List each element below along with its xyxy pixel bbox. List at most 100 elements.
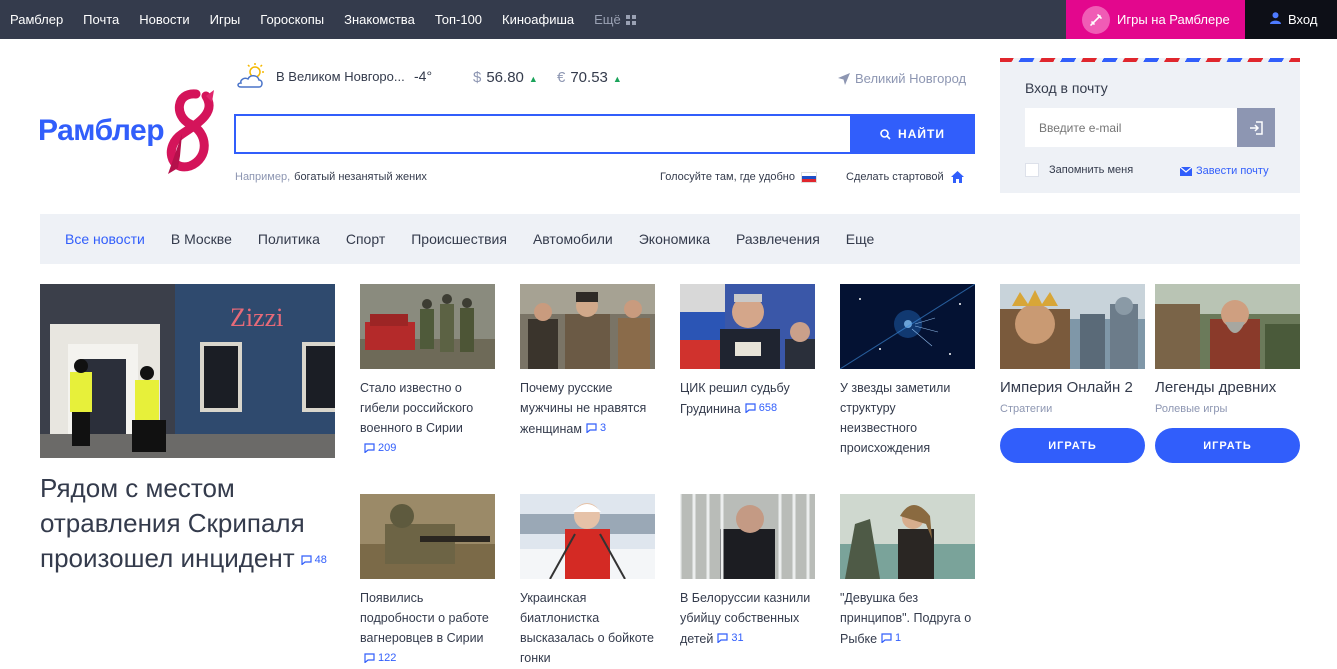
tab-entertainment[interactable]: Развлечения bbox=[736, 231, 820, 247]
game-card[interactable]: Легенды древних Ролевые игры ИГРАТЬ bbox=[1155, 284, 1300, 463]
sword-icon bbox=[1082, 5, 1110, 34]
comments-count[interactable]: 48 bbox=[301, 543, 327, 578]
comments-count-value: 1 bbox=[895, 632, 902, 644]
game-category: Ролевые игры bbox=[1155, 403, 1228, 415]
vote-link[interactable]: Голосуйте там, где удобно bbox=[660, 171, 817, 183]
news-thumbnail bbox=[520, 494, 655, 579]
news-thumbnail bbox=[520, 284, 655, 369]
top-nav-dating[interactable]: Знакомства bbox=[344, 12, 415, 27]
top-nav-more[interactable]: Ещё bbox=[594, 12, 636, 27]
news-card-text: Стало известно о гибели российского воен… bbox=[360, 378, 495, 459]
tab-moscow[interactable]: В Москве bbox=[171, 231, 232, 247]
remember-me[interactable]: Запомнить меня bbox=[1025, 163, 1133, 177]
search-icon bbox=[880, 128, 891, 140]
news-card[interactable]: В Белоруссии казнили убийцу собственных … bbox=[680, 494, 815, 649]
news-thumbnail bbox=[840, 284, 975, 369]
arrow-up-icon: ▲ bbox=[612, 74, 622, 84]
cloud-sun-icon bbox=[237, 63, 264, 88]
comments-count[interactable]: 3 bbox=[586, 418, 606, 438]
comments-count[interactable]: 1 bbox=[881, 628, 901, 648]
search-button[interactable]: НАЙТИ bbox=[850, 114, 975, 154]
top-nav-more-label: Ещё bbox=[594, 12, 621, 27]
top-nav-rambler[interactable]: Рамблер bbox=[10, 12, 63, 27]
search-bar: НАЙТИ bbox=[234, 114, 975, 154]
game-card[interactable]: Империя Онлайн 2 Стратегии ИГРАТЬ bbox=[1000, 284, 1145, 463]
top-nav-kinoafisha[interactable]: Киноафиша bbox=[502, 12, 574, 27]
eur-rate[interactable]: € 70.53 ▲ bbox=[557, 69, 622, 86]
tab-more[interactable]: Еще bbox=[846, 231, 875, 247]
make-homepage-link[interactable]: Сделать стартовой bbox=[846, 171, 964, 183]
search-example: Например, богатый незанятый жених bbox=[235, 171, 427, 183]
comments-count[interactable]: 209 bbox=[364, 438, 396, 458]
news-card[interactable]: Стало известно о гибели российского воен… bbox=[360, 284, 495, 459]
main-news-image: Zizzi bbox=[40, 284, 335, 458]
make-homepage-label: Сделать стартовой bbox=[846, 171, 944, 183]
remember-me-checkbox[interactable] bbox=[1025, 163, 1039, 177]
news-title: У звезды заметили структуру неизвестного… bbox=[840, 381, 951, 455]
mail-login-submit-button[interactable] bbox=[1237, 108, 1275, 147]
top-nav-mail[interactable]: Почта bbox=[83, 12, 119, 27]
arrow-up-icon: ▲ bbox=[528, 74, 538, 84]
mail-login-box: Вход в почту Запомнить меня Завести почт… bbox=[1000, 58, 1300, 193]
usd-value: 56.80 bbox=[486, 69, 524, 86]
news-card[interactable]: "Девушка без принципов". Подруга о Рыбке… bbox=[840, 494, 975, 649]
tab-auto[interactable]: Автомобили bbox=[533, 231, 613, 247]
tab-sport[interactable]: Спорт bbox=[346, 231, 385, 247]
news-thumbnail bbox=[360, 284, 495, 369]
ribbon-8-icon bbox=[166, 89, 214, 174]
news-card[interactable]: Почему русские мужчины не нравятся женщи… bbox=[520, 284, 655, 439]
news-card-text: Украинская биатлонистка высказалась о бо… bbox=[520, 588, 655, 668]
game-title: Легенды древних bbox=[1155, 379, 1277, 396]
news-card[interactable]: Появились подробности о работе вагнеровц… bbox=[360, 494, 495, 669]
top-nav-news[interactable]: Новости bbox=[139, 12, 189, 27]
comments-count-value: 209 bbox=[378, 442, 397, 454]
rambler-logo[interactable]: Рамблер bbox=[38, 86, 218, 176]
usd-rate[interactable]: $ 56.80 ▲ bbox=[473, 69, 538, 86]
eur-symbol: € bbox=[557, 69, 566, 86]
weather-widget[interactable]: В Великом Новгоро... -4° bbox=[235, 63, 432, 89]
top-nav-horoscopes[interactable]: Гороскопы bbox=[260, 12, 324, 27]
news-card[interactable]: Украинская биатлонистка высказалась о бо… bbox=[520, 494, 655, 668]
tab-incidents[interactable]: Происшествия bbox=[411, 231, 507, 247]
main-news[interactable]: Zizzi Рядом с местом отравления Скрипаля… bbox=[40, 284, 335, 578]
comments-count[interactable]: 31 bbox=[717, 628, 744, 648]
tab-all-news[interactable]: Все новости bbox=[65, 231, 145, 247]
location-arrow-icon bbox=[838, 72, 850, 85]
games-on-rambler-button[interactable]: Игры на Рамблере bbox=[1066, 0, 1245, 39]
comment-icon bbox=[301, 555, 312, 566]
search-example-query[interactable]: богатый незанятый жених bbox=[294, 171, 427, 183]
news-thumbnail bbox=[680, 284, 815, 369]
top-nav-top100[interactable]: Топ-100 bbox=[435, 12, 482, 27]
svg-text:Zizzi: Zizzi bbox=[230, 303, 283, 332]
mail-login-title: Вход в почту bbox=[1025, 80, 1108, 96]
game-thumbnail bbox=[1155, 284, 1300, 369]
email-field[interactable] bbox=[1025, 108, 1237, 147]
create-mail-link[interactable]: Завести почту bbox=[1180, 165, 1269, 177]
envelope-icon bbox=[1180, 166, 1192, 176]
comments-count[interactable]: 658 bbox=[745, 398, 777, 418]
search-input[interactable] bbox=[234, 114, 850, 154]
weather-temp: -4° bbox=[414, 68, 433, 84]
top-nav-games[interactable]: Игры bbox=[210, 12, 241, 27]
play-button[interactable]: ИГРАТЬ bbox=[1155, 428, 1300, 463]
news-card[interactable]: ЦИК решил судьбу Грудинина 658 bbox=[680, 284, 815, 419]
main-news-headline: Рядом с местом отравления Скрипаля произ… bbox=[40, 471, 335, 578]
game-thumbnail bbox=[1000, 284, 1145, 369]
tab-economy[interactable]: Экономика bbox=[639, 231, 710, 247]
game-category: Стратегии bbox=[1000, 403, 1053, 415]
news-thumbnail bbox=[680, 494, 815, 579]
games-button-label: Игры на Рамблере bbox=[1117, 12, 1230, 27]
login-label: Вход bbox=[1288, 12, 1318, 27]
tab-politics[interactable]: Политика bbox=[258, 231, 320, 247]
news-title: Почему русские мужчины не нравятся женщи… bbox=[520, 381, 647, 436]
game-title: Империя Онлайн 2 bbox=[1000, 379, 1133, 396]
comments-count[interactable]: 122 bbox=[364, 648, 396, 668]
news-title: "Девушка без принципов". Подруга о Рыбке bbox=[840, 591, 972, 646]
remember-me-label: Запомнить меня bbox=[1049, 164, 1134, 176]
login-button[interactable]: Вход bbox=[1245, 0, 1337, 39]
search-example-label: Например, bbox=[235, 171, 291, 183]
news-card[interactable]: У звезды заметили структуру неизвестного… bbox=[840, 284, 975, 458]
news-card-text: Почему русские мужчины не нравятся женщи… bbox=[520, 378, 655, 439]
play-button[interactable]: ИГРАТЬ bbox=[1000, 428, 1145, 463]
location-link[interactable]: Великий Новгород bbox=[838, 71, 966, 86]
